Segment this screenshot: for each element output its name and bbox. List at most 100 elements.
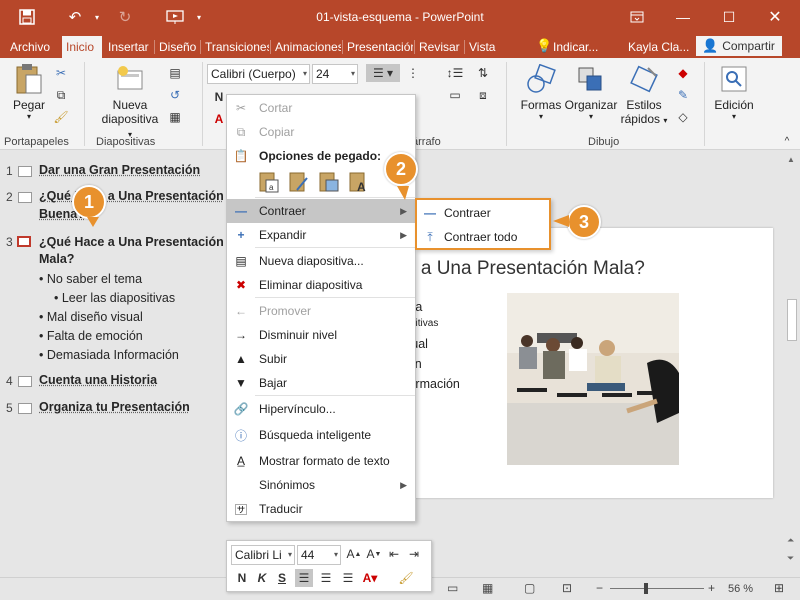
paste-merge-format-icon[interactable] xyxy=(287,170,311,196)
outline-bullet[interactable]: • No saber el tema xyxy=(39,272,142,286)
font-name-combo[interactable]: Calibri (Cuerpo) ▾ xyxy=(207,64,310,84)
menu-item-move-down[interactable]: ▼ Bajar xyxy=(227,371,415,395)
zoom-slider-thumb[interactable] xyxy=(644,583,648,594)
shape-outline-icon[interactable]: ✎ xyxy=(674,86,692,104)
outline-slide-title[interactable]: Dar una Gran Presentación xyxy=(39,163,200,177)
zoom-out-icon[interactable]: − xyxy=(596,581,603,595)
tab-presentacion[interactable]: Presentación xyxy=(343,36,413,58)
text-direction-icon[interactable]: ⇅ xyxy=(474,64,492,82)
outline-slide-title-cont[interactable]: Mala? xyxy=(39,252,74,266)
outline-bullet[interactable]: • Demasiada Información xyxy=(39,348,179,362)
outline-slide-title[interactable]: Organiza tu Presentación xyxy=(39,400,190,414)
shapes-button[interactable]: Formas ▾ xyxy=(516,62,566,121)
user-account[interactable]: Kayla Cla... xyxy=(628,40,689,54)
collapse-ribbon-icon[interactable]: ^ xyxy=(778,132,796,150)
editing-button[interactable]: Edición ▾ xyxy=(710,62,758,121)
align-right-icon[interactable]: ☰ xyxy=(339,569,357,587)
fit-to-window-icon[interactable]: ⊞ xyxy=(774,581,784,595)
tab-vista[interactable]: Vista xyxy=(465,36,501,58)
slide-title-text[interactable]: e a Una Presentación Mala? xyxy=(405,258,645,280)
format-painter-icon[interactable]: 🖌 xyxy=(52,108,70,126)
slide-canvas[interactable]: e a Una Presentación Mala? ma ositivas s… xyxy=(405,228,773,498)
outline-slide-title-selected[interactable]: ¿Qué Hace a Una Presentación xyxy=(39,235,224,249)
minimize-button[interactable]: — xyxy=(660,0,706,34)
reading-view-icon[interactable]: ▢ xyxy=(524,581,535,595)
paste-picture-icon[interactable] xyxy=(317,170,341,196)
menu-item-new-slide[interactable]: ▤ Nueva diapositiva... xyxy=(227,249,415,273)
tab-animaciones[interactable]: Animaciones xyxy=(271,36,341,58)
menu-item-translate[interactable]: 🈂 Traducir xyxy=(227,497,415,521)
increase-indent-icon[interactable]: ⇥ xyxy=(405,545,423,563)
slide-icon[interactable] xyxy=(18,376,32,387)
menu-item-collapse[interactable]: — Contraer ▶ xyxy=(227,199,415,223)
close-button[interactable]: ✕ xyxy=(752,0,798,34)
menu-item-move-up[interactable]: ▲ Subir xyxy=(227,347,415,371)
shape-effects-icon[interactable]: ◇ xyxy=(674,108,692,126)
mini-size-combo[interactable]: 44 ▾ xyxy=(297,545,341,565)
quick-styles-button[interactable]: Estilos rápidos ▾ xyxy=(618,62,670,126)
numbering-icon[interactable]: ⋮ xyxy=(404,64,422,82)
new-slide-button[interactable]: Nueva diapositiva ▾ xyxy=(100,62,160,140)
copy-icon[interactable]: ⧉ xyxy=(52,86,70,104)
align-left-icon[interactable]: ☰ xyxy=(295,569,313,587)
tab-transiciones[interactable]: Transiciones xyxy=(201,36,269,58)
scroll-up-icon[interactable]: ▲ xyxy=(787,155,795,164)
smartart-icon[interactable]: ⧈ xyxy=(474,86,492,104)
menu-item-show-formatting[interactable]: A̲ Mostrar formato de texto xyxy=(227,449,415,473)
prev-slide-icon[interactable]: ⏶ xyxy=(787,535,794,546)
tab-diseno[interactable]: Diseño xyxy=(155,36,199,58)
bold-icon[interactable]: N xyxy=(233,569,251,587)
tab-insertar[interactable]: Insertar xyxy=(104,36,154,58)
next-slide-icon[interactable]: ⏷ xyxy=(787,553,794,564)
underline-icon[interactable]: S xyxy=(273,569,291,587)
outline-pane[interactable]: 1 Dar una Gran Presentación 2 ¿Qué Hace … xyxy=(0,151,232,577)
slide-icon[interactable] xyxy=(18,166,32,177)
outline-bullet-level2[interactable]: • Leer las diapositivas xyxy=(54,291,175,305)
outline-slide-title[interactable]: Cuenta una Historia xyxy=(39,373,157,387)
menu-item-copy[interactable]: ⧉ Copiar xyxy=(227,120,415,144)
reset-icon[interactable]: ↺ xyxy=(166,86,184,104)
normal-view-icon[interactable]: ▭ xyxy=(447,581,458,595)
tell-me-search[interactable]: Indicar... xyxy=(553,40,598,54)
menu-item-promote[interactable]: ← Promover xyxy=(227,299,415,323)
zoom-in-icon[interactable]: + xyxy=(708,581,715,595)
slide-icon-selected[interactable] xyxy=(17,236,31,247)
italic-icon[interactable]: K xyxy=(253,569,271,587)
section-icon[interactable]: ▦ xyxy=(166,108,184,126)
slide-icon[interactable] xyxy=(18,192,32,203)
menu-item-cut[interactable]: ✂ Cortar xyxy=(227,96,415,120)
tab-inicio[interactable]: Inicio xyxy=(62,36,102,58)
slide-icon[interactable] xyxy=(18,403,32,414)
align-center-icon[interactable]: ☰ xyxy=(317,569,335,587)
cut-icon[interactable]: ✂ xyxy=(52,64,70,82)
outline-bullet[interactable]: • Falta de emoción xyxy=(39,329,143,343)
menu-item-delete-slide[interactable]: ✖ Eliminar diapositiva xyxy=(227,273,415,297)
menu-item-demote[interactable]: → Disminuir nivel xyxy=(227,323,415,347)
format-painter-icon[interactable]: 🖌 xyxy=(397,569,415,587)
font-color-icon[interactable]: A▾ xyxy=(361,569,379,587)
shape-fill-icon[interactable]: ◆ xyxy=(674,64,692,82)
shrink-font-icon[interactable]: A ▼ xyxy=(365,545,383,563)
paste-button[interactable]: Pegar ▾ xyxy=(8,62,50,121)
slide-photo[interactable] xyxy=(507,293,679,465)
slide-sorter-icon[interactable]: ▦ xyxy=(482,581,493,595)
paste-text-only-icon[interactable]: A xyxy=(347,170,371,196)
decrease-indent-icon[interactable]: ⇤ xyxy=(385,545,403,563)
tab-revisar[interactable]: Revisar xyxy=(415,36,463,58)
menu-item-synonyms[interactable]: Sinónimos ▶ xyxy=(227,473,415,497)
line-spacing-icon[interactable]: ↕☰ xyxy=(446,64,464,82)
menu-item-smart-lookup[interactable]: ⓘ Búsqueda inteligente xyxy=(227,423,415,447)
paste-keep-source-icon[interactable]: a xyxy=(257,170,281,196)
align-text-icon[interactable]: ▭ xyxy=(446,86,464,104)
ribbon-display-options-icon[interactable] xyxy=(614,0,660,34)
arrange-button[interactable]: Organizar ▾ xyxy=(562,62,620,121)
share-button[interactable]: 👤 Compartir xyxy=(696,36,782,56)
grow-font-icon[interactable]: A ▲ xyxy=(345,545,363,563)
zoom-level[interactable]: 56 % xyxy=(728,583,753,595)
layout-icon[interactable]: ▤ xyxy=(166,64,184,82)
bullets-icon[interactable]: ☰ ▾ xyxy=(366,64,400,82)
maximize-button[interactable]: ☐ xyxy=(706,0,752,34)
slideshow-view-icon[interactable]: ⊡ xyxy=(562,581,572,595)
menu-item-expand[interactable]: + Expandir ▶ xyxy=(227,223,415,247)
mini-font-combo[interactable]: Calibri Li ▾ xyxy=(231,545,295,565)
